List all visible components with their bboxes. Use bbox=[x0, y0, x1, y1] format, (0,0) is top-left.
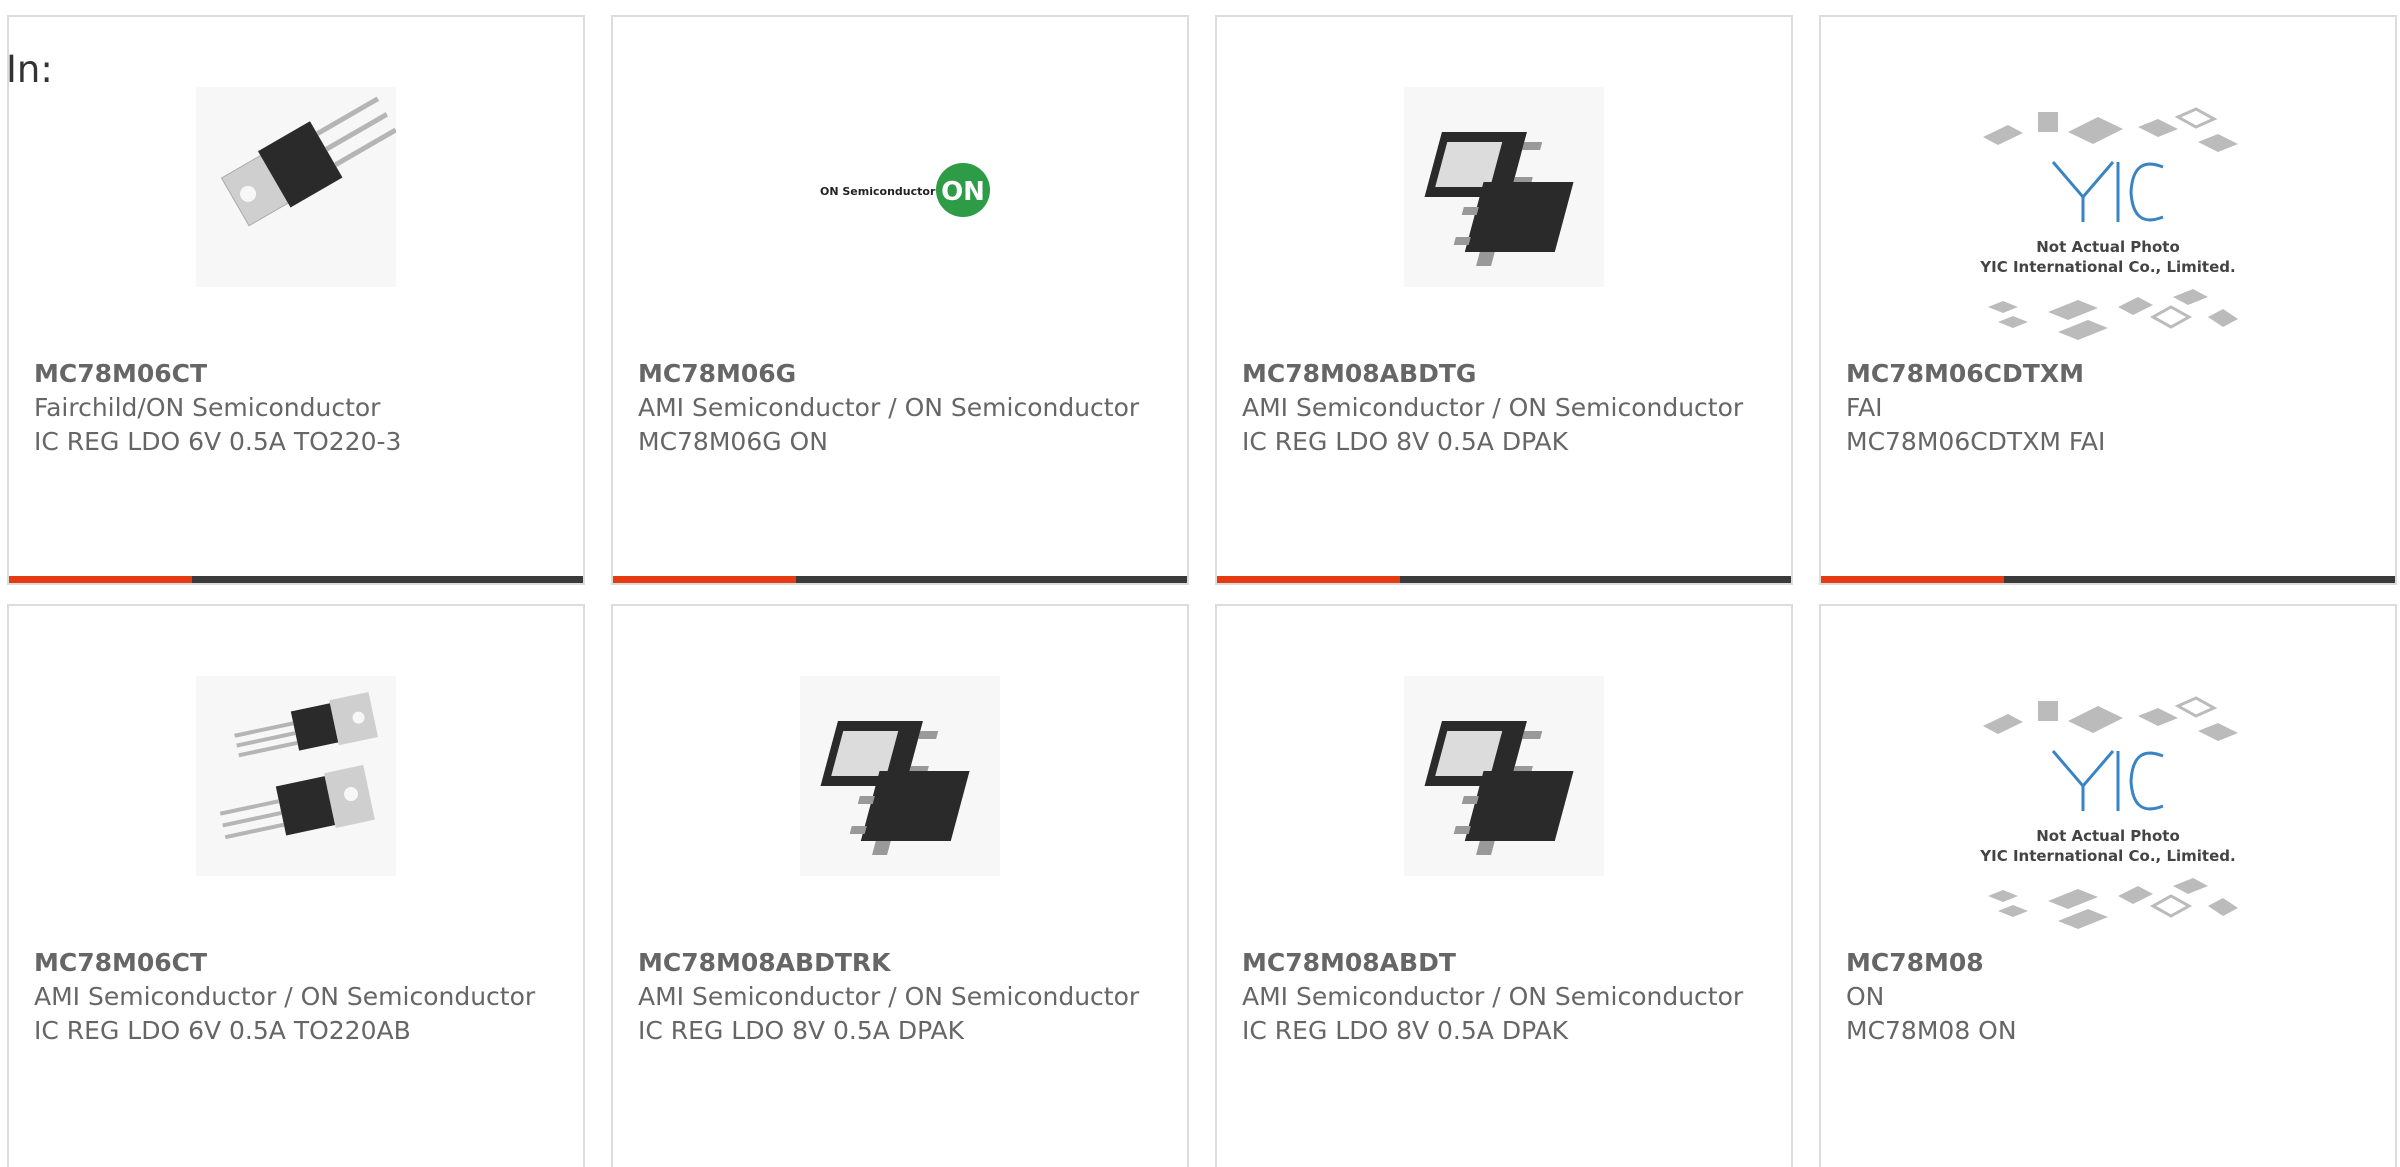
logo-brand-text: ON Semiconductor bbox=[820, 185, 936, 198]
part-number[interactable]: MC78M06CT bbox=[34, 946, 563, 980]
card-bottom-bar bbox=[613, 576, 1187, 583]
product-info: MC78M08ABDT AMI Semiconductor / ON Semic… bbox=[1242, 946, 1771, 1048]
product-info: MC78M08 ON MC78M08 ON bbox=[1846, 946, 2375, 1048]
description: MC78M06CDTXM FAI bbox=[1846, 427, 2106, 456]
product-card[interactable]: Not Actual Photo YIC International Co., … bbox=[1819, 604, 2397, 1167]
description: IC REG LDO 8V 0.5A DPAK bbox=[638, 1016, 965, 1045]
to220-double-icon[interactable] bbox=[196, 676, 396, 876]
product-info: MC78M06G AMI Semiconductor / ON Semicond… bbox=[638, 357, 1167, 459]
logo-mark-text: ON bbox=[941, 177, 985, 207]
card-accent bbox=[1821, 576, 2004, 583]
product-info: MC78M06CT AMI Semiconductor / ON Semicon… bbox=[34, 946, 563, 1048]
card-accent bbox=[9, 576, 192, 583]
description: IC REG LDO 8V 0.5A DPAK bbox=[1242, 1016, 1569, 1045]
description: IC REG LDO 8V 0.5A DPAK bbox=[1242, 427, 1569, 456]
manufacturer: AMI Semiconductor / ON Semiconductor bbox=[1242, 982, 1744, 1011]
placeholder-line-2: YIC International Co., Limited. bbox=[1979, 847, 2235, 865]
yic-placeholder-icon[interactable]: Not Actual Photo YIC International Co., … bbox=[1979, 691, 2238, 929]
product-info: MC78M08ABDTG AMI Semiconductor / ON Semi… bbox=[1242, 357, 1771, 459]
card-bottom-bar bbox=[1217, 576, 1791, 583]
placeholder-line-1: Not Actual Photo bbox=[2036, 238, 2180, 256]
product-info: MC78M06CDTXM FAI MC78M06CDTXM FAI bbox=[1846, 357, 2375, 459]
dpak-icon[interactable] bbox=[1404, 676, 1604, 876]
manufacturer: AMI Semiconductor / ON Semiconductor bbox=[638, 982, 1140, 1011]
card-bottom-bar bbox=[1821, 576, 2395, 583]
product-card[interactable]: MC78M06CT Fairchild/ON Semiconductor IC … bbox=[7, 15, 585, 585]
placeholder-line-1: Not Actual Photo bbox=[2036, 827, 2180, 845]
yic-placeholder-icon[interactable]: Not Actual Photo YIC International Co., … bbox=[1979, 102, 2238, 340]
description: IC REG LDO 6V 0.5A TO220AB bbox=[34, 1016, 411, 1045]
product-info: MC78M08ABDTRK AMI Semiconductor / ON Sem… bbox=[638, 946, 1167, 1048]
to220-single-icon[interactable] bbox=[196, 87, 396, 287]
part-number[interactable]: MC78M06CT bbox=[34, 357, 563, 391]
card-bottom-bar bbox=[9, 576, 583, 583]
filter-label: In: bbox=[6, 48, 53, 91]
product-card[interactable]: MC78M08ABDTRK AMI Semiconductor / ON Sem… bbox=[611, 604, 1189, 1167]
placeholder-line-2: YIC International Co., Limited. bbox=[1979, 258, 2235, 276]
dpak-icon[interactable] bbox=[1404, 87, 1604, 287]
manufacturer: Fairchild/ON Semiconductor bbox=[34, 393, 381, 422]
part-number[interactable]: MC78M08ABDTRK bbox=[638, 946, 1167, 980]
product-card[interactable]: ON Semiconductor ON MC78M06G AMI Semicon… bbox=[611, 15, 1189, 585]
product-grid-page: In: MC78M06CT Fairchild/ON Semiconductor… bbox=[0, 0, 2400, 1167]
on-semiconductor-logo[interactable]: ON Semiconductor ON bbox=[800, 87, 1000, 287]
product-card[interactable]: MC78M08ABDT AMI Semiconductor / ON Semic… bbox=[1215, 604, 1793, 1167]
description: MC78M06G ON bbox=[638, 427, 828, 456]
product-card[interactable]: MC78M06CT AMI Semiconductor / ON Semicon… bbox=[7, 604, 585, 1167]
part-number[interactable]: MC78M08ABDT bbox=[1242, 946, 1771, 980]
part-number[interactable]: MC78M06CDTXM bbox=[1846, 357, 2375, 391]
part-number[interactable]: MC78M08ABDTG bbox=[1242, 357, 1771, 391]
dpak-icon[interactable] bbox=[800, 676, 1000, 876]
manufacturer: AMI Semiconductor / ON Semiconductor bbox=[34, 982, 536, 1011]
card-accent bbox=[613, 576, 796, 583]
description: MC78M08 ON bbox=[1846, 1016, 2017, 1045]
product-card[interactable]: Not Actual Photo YIC International Co., … bbox=[1819, 15, 2397, 585]
product-card[interactable]: MC78M08ABDTG AMI Semiconductor / ON Semi… bbox=[1215, 15, 1793, 585]
manufacturer: AMI Semiconductor / ON Semiconductor bbox=[638, 393, 1140, 422]
manufacturer: ON bbox=[1846, 982, 1885, 1011]
manufacturer: AMI Semiconductor / ON Semiconductor bbox=[1242, 393, 1744, 422]
product-info: MC78M06CT Fairchild/ON Semiconductor IC … bbox=[34, 357, 563, 459]
part-number[interactable]: MC78M06G bbox=[638, 357, 1167, 391]
manufacturer: FAI bbox=[1846, 393, 1883, 422]
description: IC REG LDO 6V 0.5A TO220-3 bbox=[34, 427, 402, 456]
part-number[interactable]: MC78M08 bbox=[1846, 946, 2375, 980]
card-accent bbox=[1217, 576, 1400, 583]
